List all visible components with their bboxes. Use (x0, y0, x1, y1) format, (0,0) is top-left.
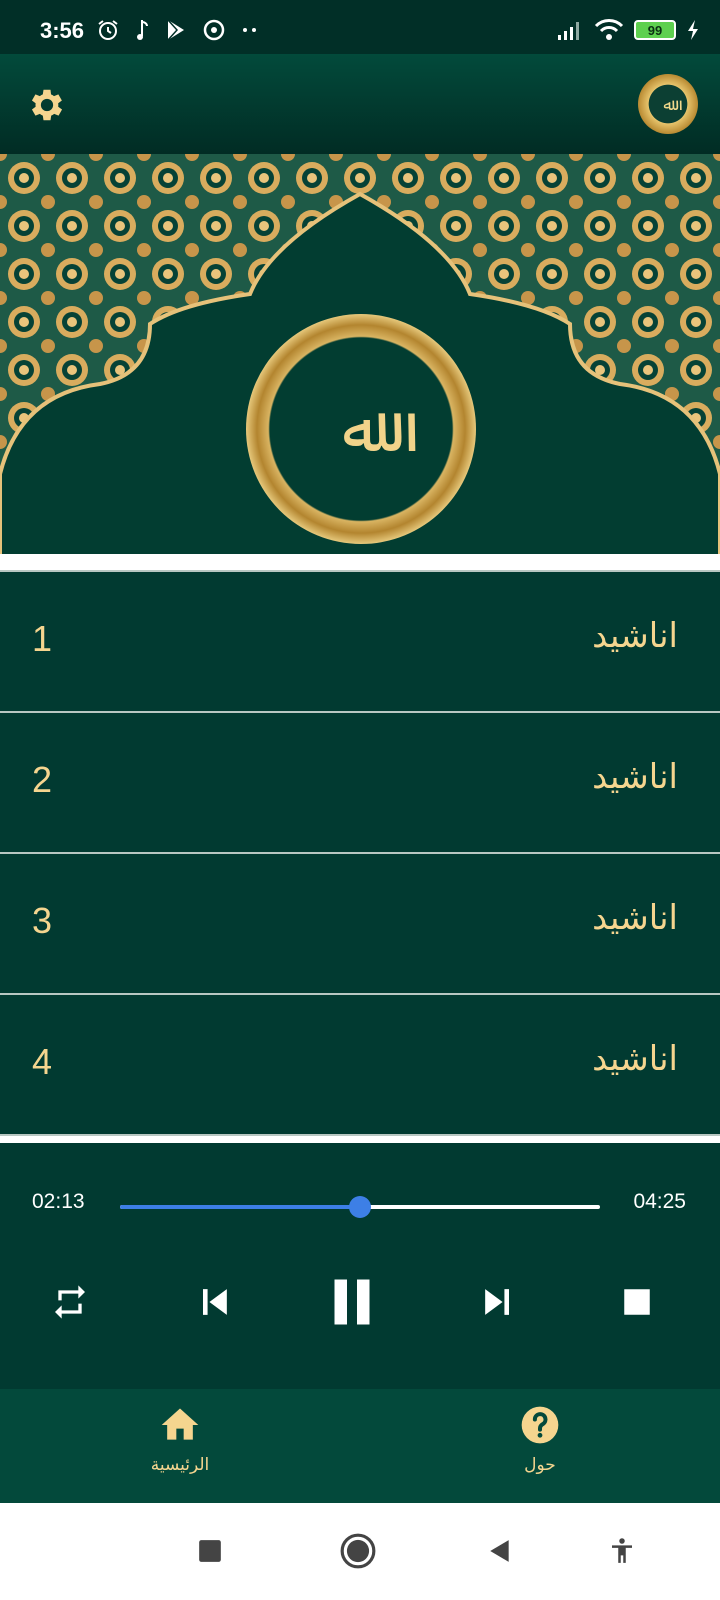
list-item-2[interactable]: 2 اناشيد (0, 711, 720, 852)
next-icon (485, 1289, 509, 1315)
gear-icon[interactable] (26, 84, 68, 126)
accessibility-icon (612, 1538, 632, 1563)
item-title: اناشيد (592, 616, 678, 656)
next-button[interactable] (466, 1270, 530, 1334)
tab-home[interactable]: الرئيسية (100, 1403, 260, 1493)
seek-bar[interactable] (120, 1196, 600, 1218)
home-circle-icon (340, 1533, 376, 1569)
vpn-icon (203, 19, 225, 41)
home-icon (161, 1408, 199, 1440)
help-icon (521, 1406, 559, 1444)
previous-icon (203, 1289, 227, 1315)
app-toolbar: ﷲ (0, 54, 720, 154)
tab-home-label: الرئيسية (150, 1455, 210, 1475)
charging-icon (688, 20, 698, 40)
status-bar: 3:56 99 (0, 0, 720, 54)
tab-about-label: حول (524, 1455, 556, 1475)
back-button[interactable] (480, 1531, 520, 1571)
more-dots-icon (243, 28, 256, 32)
battery-icon: 99 (634, 20, 676, 40)
stop-button[interactable] (605, 1270, 669, 1334)
list-divider (0, 1134, 720, 1136)
music-note-icon (137, 20, 148, 40)
pause-icon (334, 1279, 370, 1325)
item-title: اناشيد (592, 898, 678, 938)
home-system-button[interactable] (338, 1531, 378, 1571)
item-number: 1 (32, 618, 53, 659)
bottom-navigation: الرئيسية حول (0, 1389, 720, 1503)
accessibility-button[interactable] (602, 1531, 642, 1571)
seek-progress (120, 1205, 361, 1209)
back-icon (490, 1540, 509, 1562)
wifi-icon (594, 19, 624, 40)
total-time: 04:25 (633, 1190, 686, 1213)
item-number: 3 (32, 900, 53, 941)
item-number: 4 (32, 1041, 53, 1082)
tab-about[interactable]: حول (460, 1403, 620, 1493)
alarm-icon (98, 20, 118, 40)
recents-icon (199, 1540, 221, 1562)
stop-icon (624, 1289, 650, 1315)
list-item-3[interactable]: 3 اناشيد (0, 852, 720, 993)
item-title: اناشيد (592, 757, 678, 797)
play-store-icon (167, 19, 184, 41)
app-logo: ﷲ (638, 74, 698, 134)
repeat-icon (55, 1285, 85, 1319)
status-icons-right: 99 (556, 18, 700, 42)
system-navigation-bar (0, 1503, 720, 1600)
previous-button[interactable] (182, 1270, 246, 1334)
list-item-1[interactable]: 1 اناشيد (0, 570, 720, 711)
signal-icon (558, 22, 579, 40)
emblem-calligraphy: ﷲ (342, 392, 380, 467)
status-time: 3:56 (40, 18, 85, 43)
pause-button[interactable] (320, 1270, 384, 1334)
header-banner-image: ﷲ (0, 154, 720, 554)
item-title: اناشيد (592, 1039, 678, 1079)
recents-button[interactable] (190, 1531, 230, 1571)
list-item-4[interactable]: 4 اناشيد (0, 993, 720, 1134)
seek-thumb[interactable] (349, 1196, 372, 1218)
allah-calligraphy-emblem: ﷲ (246, 314, 476, 544)
item-number: 2 (32, 759, 53, 800)
audio-player: 02:13 04:25 (0, 1143, 720, 1389)
current-time: 02:13 (32, 1190, 85, 1213)
repeat-button[interactable] (38, 1270, 102, 1334)
nasheed-list: 1 اناشيد 2 اناشيد 3 اناشيد 4 اناشيد (0, 570, 720, 1136)
status-icons-left (96, 18, 260, 42)
logo-calligraphy: ﷲ (663, 94, 673, 114)
